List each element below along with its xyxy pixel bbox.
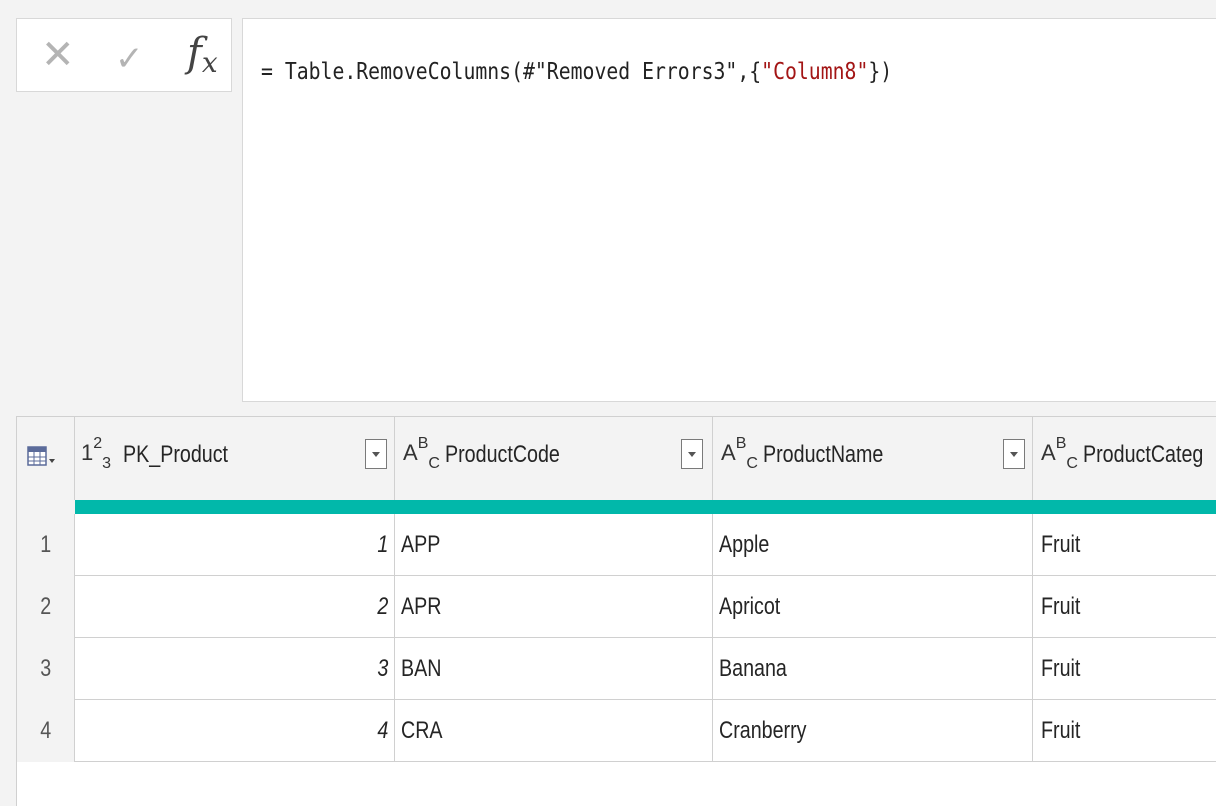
data-grid: 123 PK_Product ABC ProductCode ABC Produ… [16,416,1216,806]
cell-product-name[interactable]: Cranberry [713,700,1033,762]
cell-product-category[interactable]: Fruit [1033,700,1216,762]
filter-dropdown-button[interactable] [681,439,703,469]
cell-pk-product[interactable]: 2 [75,576,395,638]
function-fx-icon[interactable]: fx [187,29,218,87]
formula-bar-controls: ✕ ✓ fx [16,18,232,92]
filter-dropdown-button[interactable] [365,439,387,469]
column-header-product-code[interactable]: ABC ProductCode [395,416,713,500]
table-row: 1 1 APP Apple Fruit [17,514,1216,576]
cell-product-name[interactable]: Apple [713,514,1033,576]
cell-pk-product[interactable]: 3 [75,638,395,700]
table-row: 2 2 APR Apricot Fruit [17,576,1216,638]
formula-text[interactable]: = Table.RemoveColumns(#"Removed Errors3"… [261,59,892,85]
column-quality-bar [75,500,1216,514]
text-type-icon[interactable]: ABC [403,435,440,473]
row-number[interactable]: 1 [17,514,75,576]
column-label: PK_Product [123,441,229,468]
cell-product-code[interactable]: APP [395,514,713,576]
row-number[interactable]: 4 [17,700,75,762]
column-header-pk-product[interactable]: 123 PK_Product [75,416,395,500]
commit-formula-icon[interactable]: ✓ [115,35,144,83]
cell-pk-product[interactable]: 4 [75,700,395,762]
row-number[interactable]: 2 [17,576,75,638]
whole-number-type-icon[interactable]: 123 [81,435,111,473]
text-type-icon[interactable]: ABC [1041,435,1078,473]
cell-product-category[interactable]: Fruit [1033,576,1216,638]
cell-pk-product[interactable]: 1 [75,514,395,576]
text-type-icon[interactable]: ABC [721,435,758,473]
column-label: ProductCateg [1083,441,1204,468]
column-label: ProductName [763,441,884,468]
cancel-formula-icon[interactable]: ✕ [41,31,75,79]
table-row: 3 3 BAN Banana Fruit [17,638,1216,700]
column-header-product-name[interactable]: ABC ProductName [713,416,1033,500]
column-header-product-category[interactable]: ABC ProductCateg [1033,416,1216,500]
cell-product-code[interactable]: CRA [395,700,713,762]
cell-product-code[interactable]: BAN [395,638,713,700]
cell-product-name[interactable]: Apricot [713,576,1033,638]
table-icon[interactable] [27,443,57,471]
table-row: 4 4 CRA Cranberry Fruit [17,700,1216,762]
column-label: ProductCode [445,441,560,468]
cell-product-code[interactable]: APR [395,576,713,638]
row-number[interactable]: 3 [17,638,75,700]
formula-editor[interactable]: = Table.RemoveColumns(#"Removed Errors3"… [242,18,1216,402]
cell-product-category[interactable]: Fruit [1033,514,1216,576]
table-menu-header [17,416,75,500]
cell-product-name[interactable]: Banana [713,638,1033,700]
cell-product-category[interactable]: Fruit [1033,638,1216,700]
quality-bar-spacer [17,500,75,514]
filter-dropdown-button[interactable] [1003,439,1025,469]
